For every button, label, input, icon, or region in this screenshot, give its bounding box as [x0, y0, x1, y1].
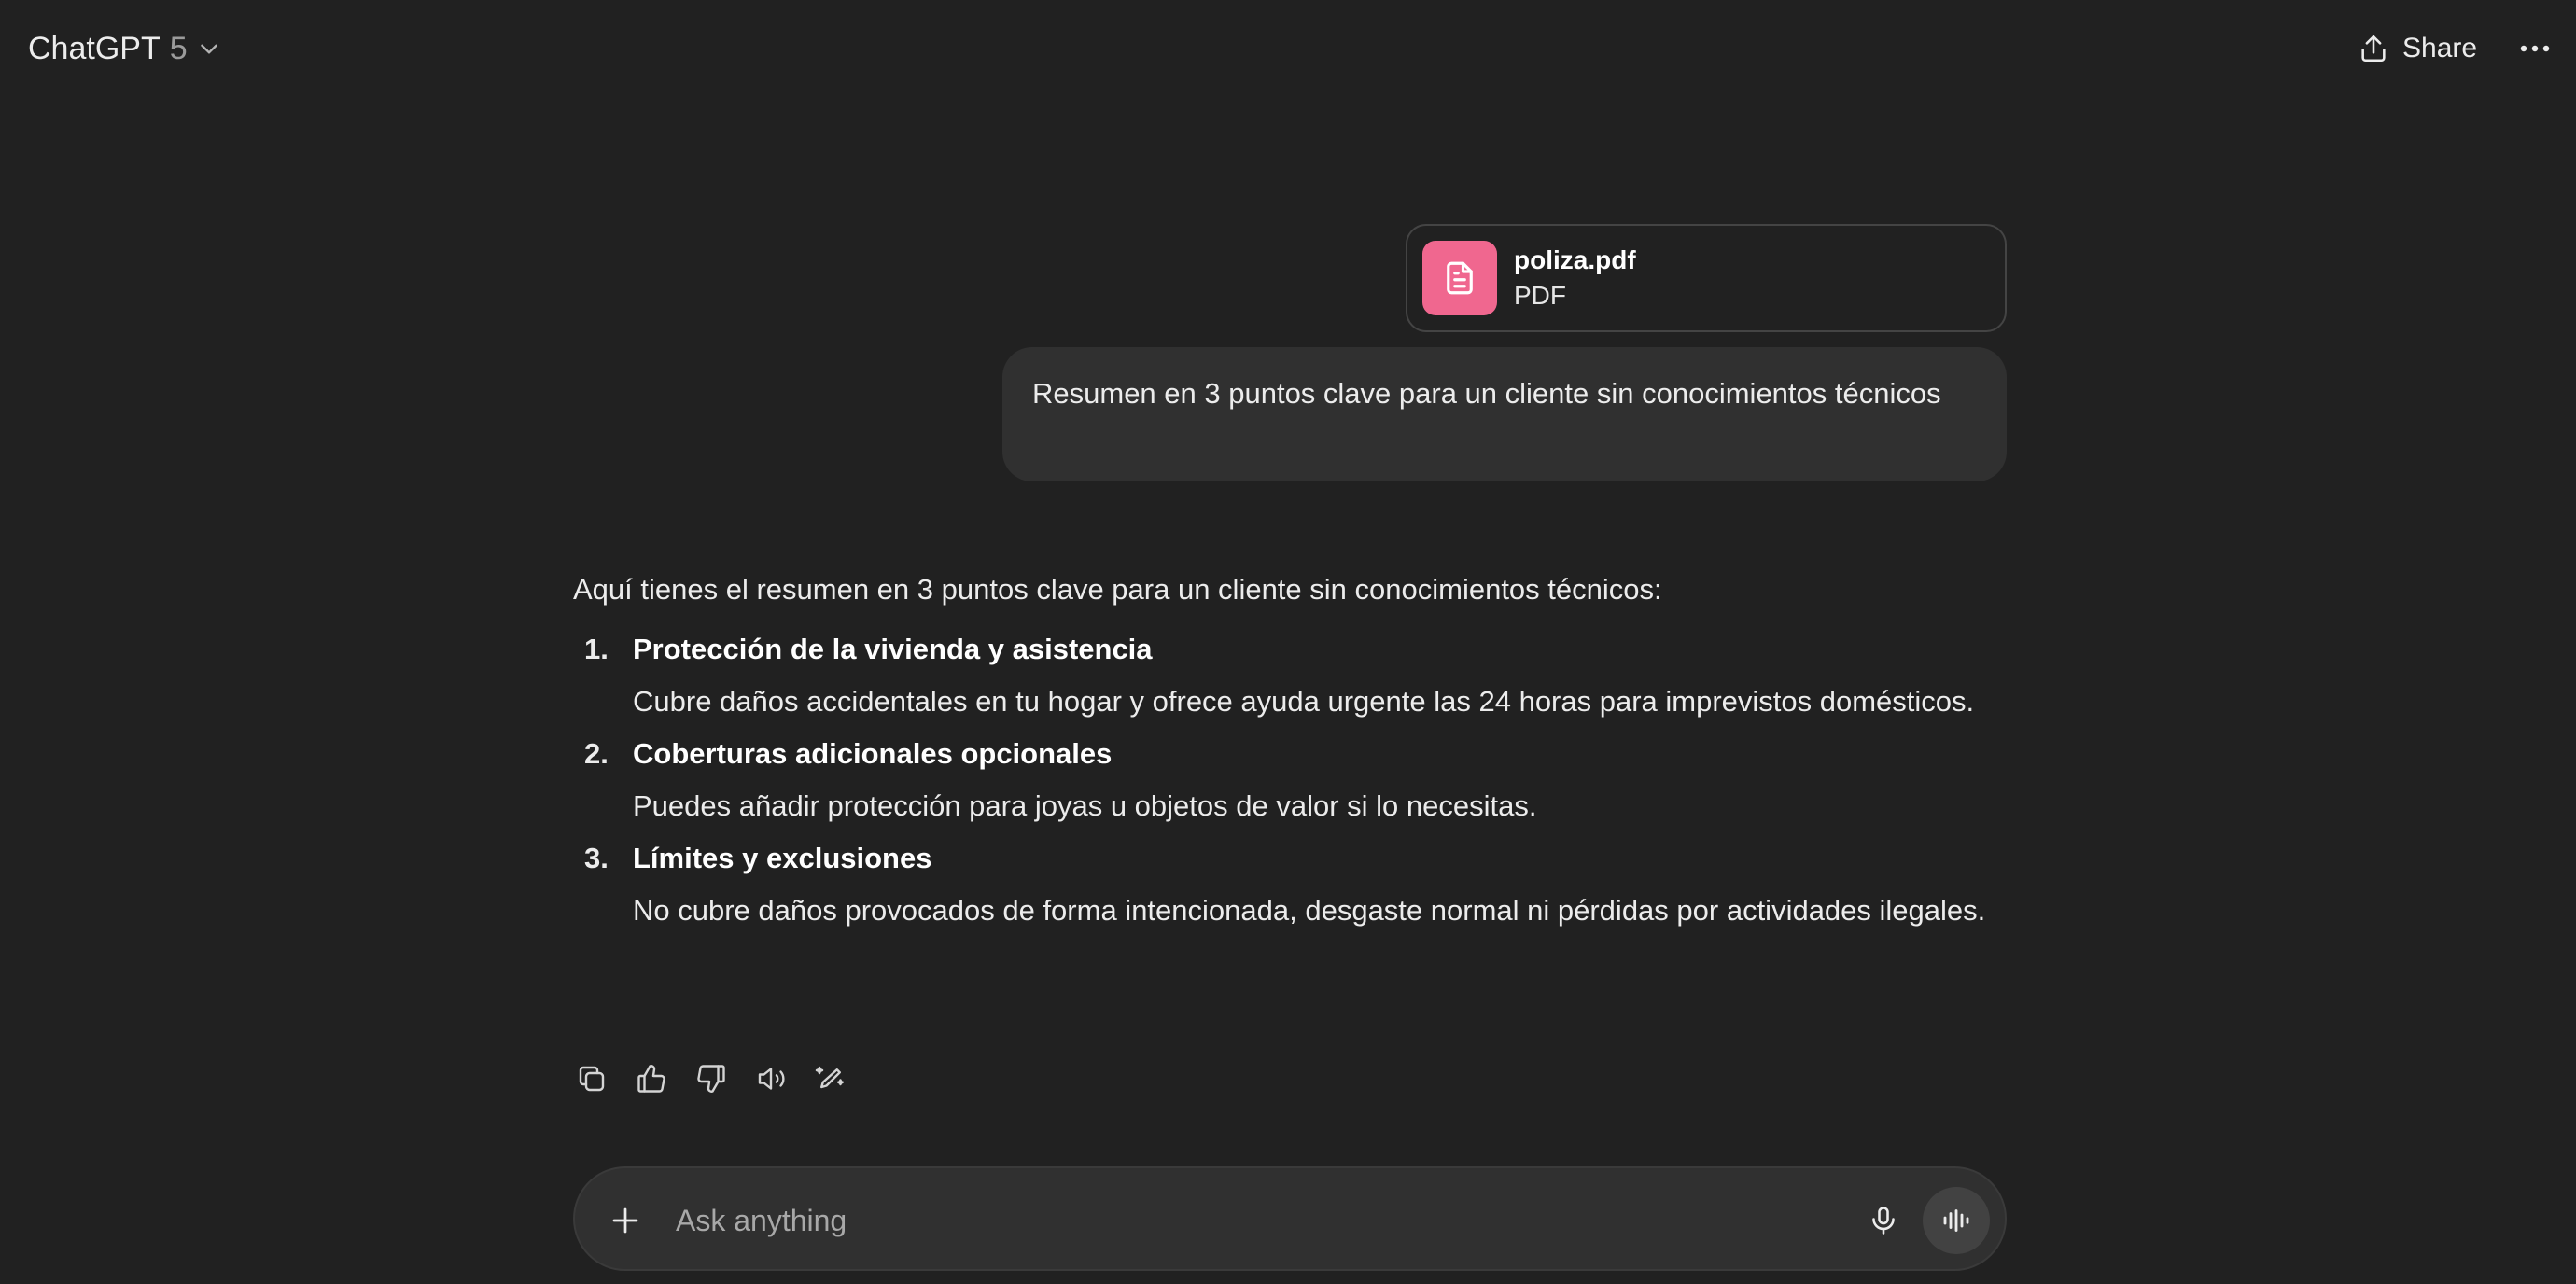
message-input[interactable] — [674, 1193, 1850, 1249]
microphone-icon — [1872, 1207, 1895, 1235]
list-item-number: 3. — [584, 842, 609, 874]
list-item: 1. Protección de la vivienda y asistenci… — [573, 623, 2010, 728]
read-aloud-button[interactable] — [752, 1060, 790, 1097]
list-item-description: Puedes añadir protección para joyas u ob… — [633, 789, 1537, 822]
assistant-message: Aquí tienes el resumen en 3 puntos clave… — [573, 564, 2010, 937]
edit-in-canvas-icon — [815, 1066, 844, 1089]
thumbs-down-icon — [697, 1065, 725, 1093]
file-type: PDF — [1514, 281, 1566, 310]
voice-mode-button[interactable] — [1923, 1187, 1990, 1254]
thumbs-up-icon — [637, 1065, 665, 1093]
add-attachment-button[interactable] — [607, 1202, 644, 1239]
file-name: poliza.pdf — [1514, 245, 1636, 274]
share-button[interactable]: Share — [2358, 24, 2477, 73]
share-icon — [2361, 35, 2386, 63]
composer — [573, 1166, 2007, 1271]
dictate-button[interactable] — [1863, 1200, 1904, 1241]
model-version: 5 — [169, 30, 188, 66]
message-actions — [573, 1060, 872, 1097]
file-attachment-card[interactable]: poliza.pdf PDF — [1406, 224, 2007, 332]
copy-icon — [579, 1066, 605, 1092]
model-name: ChatGPT — [28, 30, 161, 66]
file-meta: poliza.pdf PDF — [1514, 243, 1636, 314]
list-item-title: Límites y exclusiones — [633, 842, 932, 874]
list-item-number: 2. — [584, 737, 609, 770]
bad-response-button[interactable] — [693, 1060, 730, 1097]
list-item-title: Coberturas adicionales opcionales — [633, 737, 1113, 770]
user-message-bubble: Resumen en 3 puntos clave para un client… — [1002, 347, 2007, 482]
chevron-down-icon — [200, 44, 217, 54]
good-response-button[interactable] — [633, 1060, 670, 1097]
more-options-button[interactable] — [2514, 30, 2555, 67]
share-label: Share — [2402, 33, 2478, 63]
file-type-badge — [1422, 241, 1497, 315]
top-bar: ChatGPT 5 Share — [0, 0, 2576, 97]
list-item: 2. Coberturas adicionales opcionales Pue… — [573, 728, 2010, 832]
list-item: 3. Límites y exclusiones No cubre daños … — [573, 832, 2010, 937]
list-item-title: Protección de la vivienda y asistencia — [633, 633, 1153, 665]
document-icon — [1447, 261, 1473, 295]
key-points-list: 1. Protección de la vivienda y asistenci… — [573, 623, 2010, 937]
voice-waveform-icon — [1943, 1209, 1969, 1232]
read-aloud-icon — [758, 1068, 785, 1090]
assistant-intro: Aquí tienes el resumen en 3 puntos clave… — [573, 573, 1662, 606]
ellipsis-icon — [2520, 45, 2550, 52]
copy-button[interactable] — [573, 1060, 610, 1097]
list-item-description: No cubre daños provocados de forma inten… — [633, 894, 1986, 927]
edit-in-canvas-button[interactable] — [812, 1060, 849, 1097]
list-item-description: Cubre daños accidentales en tu hogar y o… — [633, 685, 1975, 718]
plus-icon — [612, 1207, 638, 1234]
model-selector[interactable]: ChatGPT 5 — [28, 24, 221, 73]
list-item-number: 1. — [584, 633, 609, 665]
user-message-text: Resumen en 3 puntos clave para un client… — [1032, 377, 1941, 410]
